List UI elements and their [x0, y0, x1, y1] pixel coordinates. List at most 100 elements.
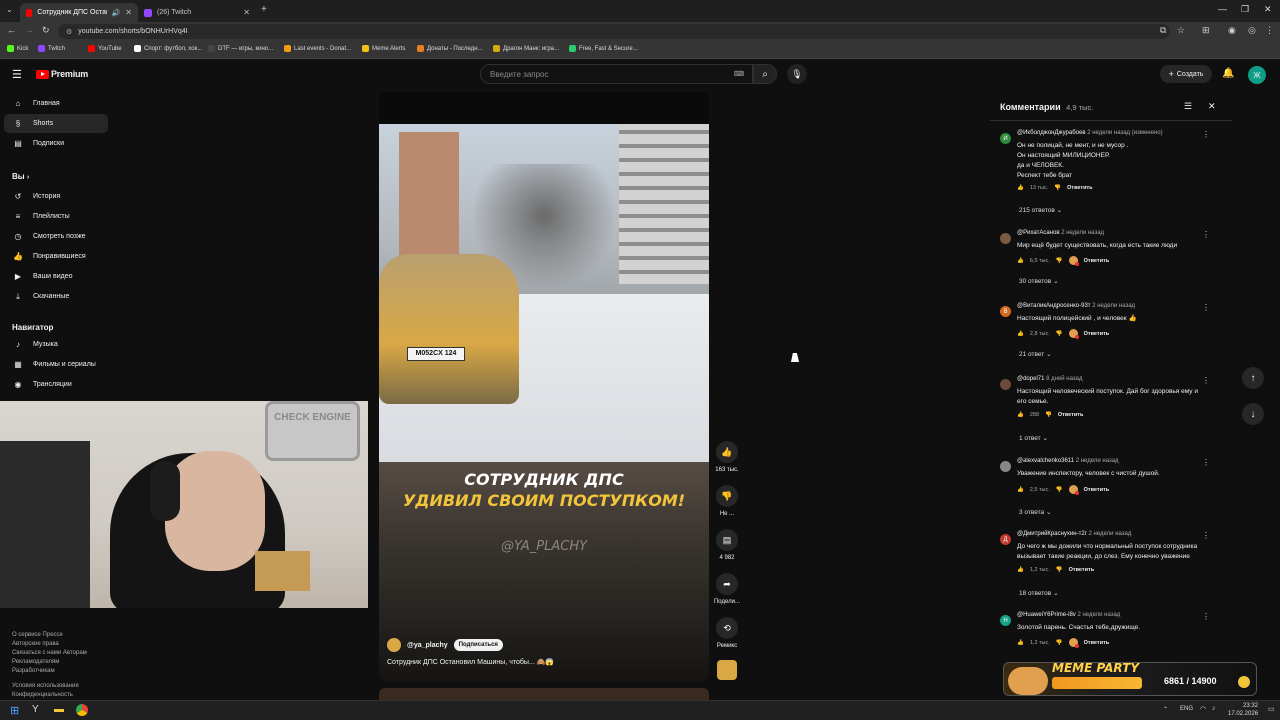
comment-avatar[interactable]: Д: [1000, 534, 1011, 545]
reply-button[interactable]: Ответить: [1084, 640, 1109, 646]
comment-dislike-icon[interactable]: 👎: [1045, 412, 1052, 418]
language-indicator[interactable]: ENG: [1180, 706, 1193, 712]
comment-menu-icon[interactable]: ⋮: [1202, 303, 1210, 312]
reply-button[interactable]: Ответить: [1084, 258, 1109, 264]
sidebar-item-playlists[interactable]: ≡ Плейлисты: [4, 207, 108, 226]
install-icon[interactable]: ⧉: [1160, 25, 1166, 36]
comment-avatar[interactable]: [1000, 233, 1011, 244]
yandex-browser-icon[interactable]: Y: [32, 704, 39, 715]
comment-menu-icon[interactable]: ⋮: [1202, 458, 1210, 467]
menu-icon[interactable]: ⋮: [1265, 25, 1274, 36]
comment-author[interactable]: @dopel71: [1017, 376, 1044, 382]
comment-author[interactable]: @HuaweiY6Prime-l8v: [1017, 612, 1076, 618]
create-button[interactable]: + Создать: [1160, 65, 1212, 83]
footer-link[interactable]: Авторские права: [12, 640, 87, 649]
comment-like-icon[interactable]: 👍: [1017, 258, 1024, 264]
wifi-icon[interactable]: ◠: [1200, 705, 1206, 713]
comment-author[interactable]: @ДмитрийКраснухин-т2г: [1017, 531, 1087, 537]
short-title[interactable]: Сотрудник ДПС Остановил Машины, чтобы...…: [387, 658, 554, 666]
comment-menu-icon[interactable]: ⋮: [1202, 612, 1210, 621]
comment-like-icon[interactable]: 👍: [1017, 487, 1024, 493]
replies-toggle[interactable]: 18 ответов ⌄: [1019, 589, 1059, 597]
close-tab-icon[interactable]: ✕: [243, 8, 250, 17]
tab-active[interactable]: Сотрудник ДПС Остановил 🔊 ✕: [20, 3, 138, 22]
youtube-logo[interactable]: Premium: [36, 69, 88, 79]
comment-avatar[interactable]: В: [1000, 306, 1011, 317]
maximize-icon[interactable]: ❐: [1241, 4, 1249, 15]
you-heading[interactable]: Вы ›: [12, 172, 29, 181]
footer-link[interactable]: Условия использования: [12, 682, 87, 691]
comment-like-icon[interactable]: 👍: [1017, 640, 1024, 646]
bookmark-donaty[interactable]: Донаты - Последн...: [417, 45, 483, 52]
comment-dislike-icon[interactable]: 👎: [1054, 185, 1061, 191]
speaker-icon[interactable]: 🔊: [112, 9, 121, 17]
bookmark-kick[interactable]: Kick: [7, 45, 28, 52]
footer-link[interactable]: О сервисе Прессе: [12, 631, 87, 640]
sidebar-item-subscriptions[interactable]: ▤ Подписки: [4, 134, 108, 153]
channel-avatar[interactable]: [387, 638, 401, 652]
footer-link[interactable]: Связаться с нами Авторам: [12, 649, 87, 658]
bookmark-dragon[interactable]: Драгон Манк: игра...: [493, 45, 559, 52]
footer-link[interactable]: Конфиденциальность: [12, 691, 87, 700]
tab-twitch[interactable]: (26) Twitch ✕: [138, 3, 256, 22]
comment-avatar[interactable]: [1000, 379, 1011, 390]
footer-link[interactable]: Разработчикам: [12, 667, 87, 676]
voice-search-button[interactable]: 🎙: [787, 64, 807, 84]
close-tab-icon[interactable]: ✕: [125, 8, 132, 17]
bookmark-free-fast[interactable]: Free, Fast & Secure...: [569, 45, 638, 52]
comment-author[interactable]: @ВиталикАндросенко-93т: [1017, 303, 1091, 309]
next-short-button[interactable]: ↓: [1242, 403, 1264, 425]
bookmark-donat[interactable]: Last events - Donat...: [284, 45, 351, 52]
comment-author[interactable]: @РихатАсанов: [1017, 230, 1060, 236]
comment-like-icon[interactable]: 👍: [1017, 412, 1024, 418]
previous-short-button[interactable]: ↑: [1242, 367, 1264, 389]
comment-author[interactable]: @ИкболджонДжурабоев: [1017, 130, 1086, 136]
reply-button[interactable]: Ответить: [1067, 185, 1092, 191]
extensions-icon[interactable]: ⊞: [1202, 25, 1210, 36]
sidebar-item-downloads[interactable]: ⤓ Скачанные: [4, 287, 108, 306]
account-icon[interactable]: ◎: [1248, 25, 1256, 36]
forward-icon[interactable]: →: [25, 25, 34, 35]
bookmark-twitch[interactable]: Twitch: [38, 45, 65, 52]
notifications-bell-icon[interactable]: 🔔: [1222, 68, 1234, 79]
bookmark-dtf[interactable]: DTF — игры, кино...: [208, 45, 273, 52]
search-button[interactable]: ⌕: [753, 64, 777, 84]
comment-like-icon[interactable]: 👍: [1017, 331, 1024, 337]
address-bar[interactable]: ⚙ youtube.com/shorts/bONHUrHVq4I: [58, 24, 1170, 39]
next-short-preview[interactable]: [379, 688, 709, 700]
replies-toggle[interactable]: 30 ответов ⌄: [1019, 277, 1059, 285]
remix-button[interactable]: ⟲: [716, 617, 738, 639]
comments-button[interactable]: ▤: [716, 529, 738, 551]
sidebar-item-home[interactable]: ⌂ Главная: [4, 94, 108, 113]
replies-toggle[interactable]: 21 ответ ⌄: [1019, 350, 1052, 358]
sidebar-item-history[interactable]: ↺ История: [4, 187, 108, 206]
new-tab-icon[interactable]: +: [261, 4, 267, 15]
comment-dislike-icon[interactable]: 👎: [1056, 487, 1063, 493]
comment-dislike-icon[interactable]: 👎: [1056, 331, 1063, 337]
notifications-icon[interactable]: ▭: [1268, 705, 1275, 713]
minimize-icon[interactable]: —: [1218, 4, 1227, 14]
bookmark-star-icon[interactable]: ☆: [1177, 25, 1185, 36]
comment-avatar[interactable]: Н: [1000, 615, 1011, 626]
sidebar-item-music[interactable]: ♪ Музыка: [4, 335, 108, 354]
comment-avatar[interactable]: [1000, 461, 1011, 472]
short-video-player[interactable]: M052CX 124 СОТРУДНИК ДПС УДИВИЛ СВОИМ ПО…: [379, 92, 709, 682]
reply-button[interactable]: Ответить: [1069, 567, 1094, 573]
replies-toggle[interactable]: 215 ответов ⌄: [1019, 206, 1062, 214]
comment-menu-icon[interactable]: ⋮: [1202, 130, 1210, 139]
bookmark-youtube[interactable]: YouTube: [88, 45, 122, 52]
comment-menu-icon[interactable]: ⋮: [1202, 376, 1210, 385]
comment-like-icon[interactable]: 👍: [1017, 185, 1024, 191]
profile-icon[interactable]: ◉: [1228, 25, 1236, 36]
sound-thumbnail[interactable]: [717, 660, 737, 680]
sidebar-item-watch-later[interactable]: ◷ Смотреть позже: [4, 227, 108, 246]
sidebar-item-movies[interactable]: ▦ Фильмы и сериалы: [4, 355, 108, 374]
close-icon[interactable]: ✕: [1208, 101, 1216, 112]
bookmark-meme-alerts[interactable]: Meme Alerts: [362, 45, 405, 52]
replies-toggle[interactable]: 3 ответа ⌄: [1019, 508, 1051, 516]
clock[interactable]: 23:32 17.02.2026: [1228, 702, 1258, 718]
reply-button[interactable]: Ответить: [1084, 487, 1109, 493]
avatar[interactable]: Ж: [1248, 66, 1266, 84]
like-button[interactable]: 👍: [716, 441, 738, 463]
search-input[interactable]: Введите запрос ⌨: [480, 64, 753, 84]
